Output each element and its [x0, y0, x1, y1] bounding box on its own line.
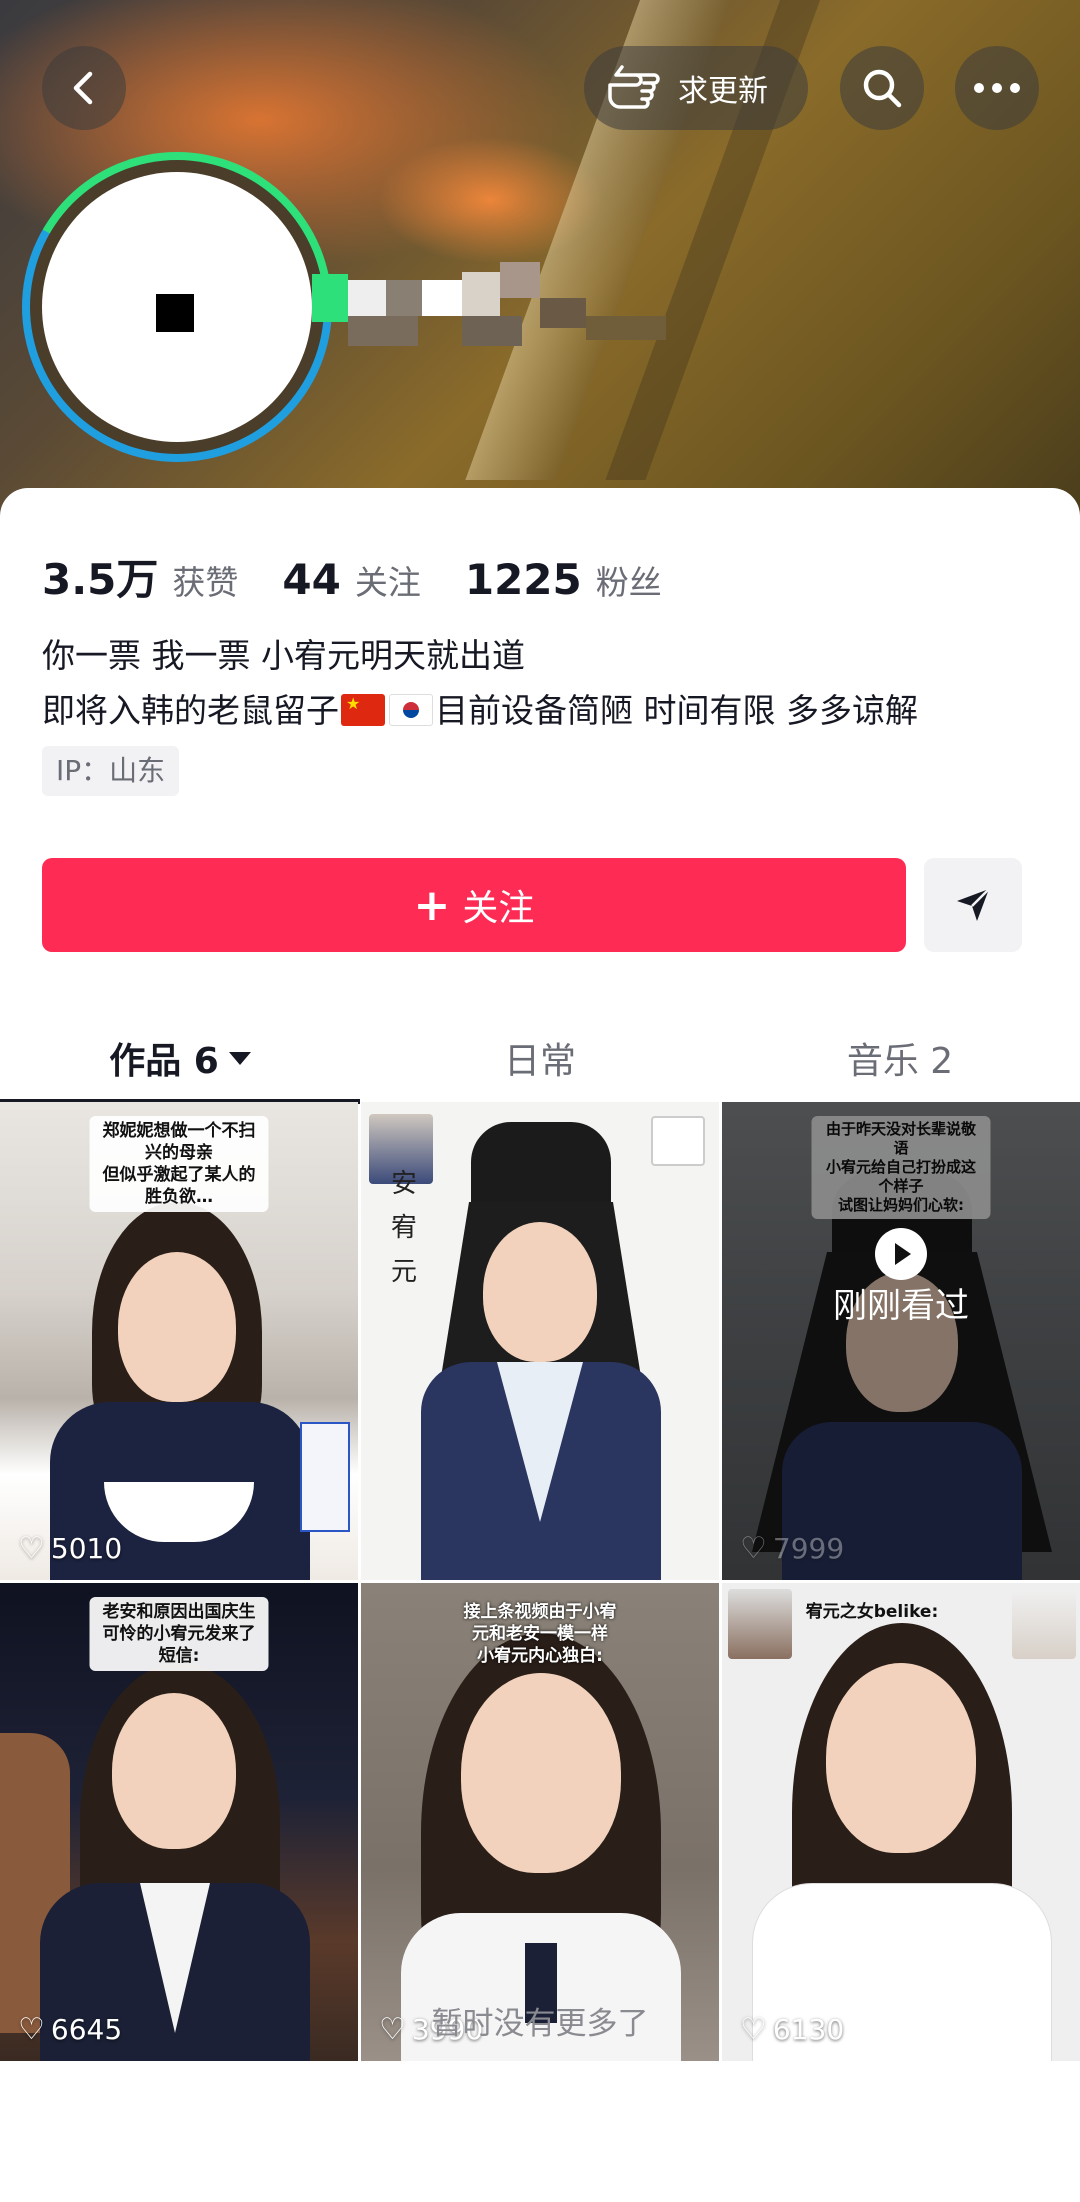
video-thumbnail[interactable]: 老安和原因出国庆生 可怜的小宥元发来了短信: ♡ 6645 [0, 1583, 358, 2061]
following-count[interactable]: 44 [282, 555, 340, 604]
follow-button[interactable]: + 关注 [42, 858, 906, 952]
share-button[interactable] [924, 858, 1022, 952]
tab-music-label: 音乐 2 [846, 1041, 954, 1082]
thumbnail-inset [1012, 1589, 1076, 1659]
plus-icon: + [413, 879, 451, 931]
video-caption: 宥元之女belike: [805, 1602, 939, 1622]
watched-overlay [722, 1102, 1080, 1580]
video-thumbnail[interactable]: 安 宥 元 [361, 1102, 719, 1580]
korea-flag-icon [389, 694, 433, 726]
recently-watched-label: 刚刚看过 [833, 1286, 969, 1326]
more-button[interactable] [955, 46, 1039, 130]
caret-down-icon [228, 1051, 251, 1065]
china-flag-icon: ★ [341, 694, 385, 726]
video-thumbnail[interactable]: 接上条视频由于小宥元和老安一模一样 小宥元内心独白: ♡ 3990 [361, 1583, 719, 2061]
video-caption: 安 宥 元 [391, 1169, 418, 1287]
paper-plane-icon [957, 888, 990, 921]
heart-icon: ♡ [18, 1531, 45, 1566]
video-thumbnail[interactable]: 由于昨天没对长辈说敬语 小宥元给自己打扮成这个样子 试图让妈妈们心软: 刚刚看过… [722, 1102, 1080, 1580]
avatar-mark [156, 294, 194, 332]
search-button[interactable] [840, 46, 924, 130]
more-dots-icon [974, 83, 1020, 93]
username-redacted [312, 262, 792, 382]
like-count: ♡ 7999 [740, 1531, 844, 1566]
profile-stats: 3.5万 获赞 44 关注 1225 粉丝 [42, 546, 706, 607]
like-count: ♡ 5010 [18, 1531, 122, 1566]
bio-line-2-prefix: 即将入韩的老鼠留子 [42, 691, 339, 730]
tab-music[interactable]: 音乐 2 [720, 1008, 1080, 1108]
play-icon [875, 1228, 927, 1280]
bio-line-1: 你一票 我一票 小宥元明天就出道 [42, 636, 525, 675]
profile-bio: 你一票 我一票 小宥元明天就出道 即将入韩的老鼠留子 ★ 目前设备简陋 时间有限 多… [42, 628, 918, 738]
thumbnail-inset [728, 1589, 792, 1659]
pointing-hand-icon [608, 65, 660, 109]
like-count-value: 7999 [772, 1532, 845, 1565]
profile-card: 3.5万 获赞 44 关注 1225 粉丝 你一票 我一票 小宥元明天就出道 即… [0, 488, 1080, 2202]
search-icon [863, 69, 902, 108]
tab-works-label: 作品 6 [109, 1041, 219, 1082]
video-thumbnail[interactable]: 宥元之女belike: ♡ 6130 [722, 1583, 1080, 2061]
followers-label[interactable]: 粉丝 [596, 556, 662, 604]
tab-daily[interactable]: 日常 [360, 1008, 720, 1108]
video-grid: 郑妮妮想做一个不扫兴的母亲 但似乎激起了某人的胜负欲… ♡ 5010 安 宥 元 [0, 1102, 1080, 2061]
request-update-button[interactable]: 求更新 [584, 46, 808, 130]
tab-daily-label: 日常 [503, 1041, 576, 1082]
followers-count[interactable]: 1225 [465, 555, 582, 604]
no-more-content-text: 暂时没有更多了 [431, 2006, 649, 2042]
video-caption: 老安和原因出国庆生 可怜的小宥元发来了短信: [89, 1597, 269, 1671]
content-tabs: 作品 6 日常 音乐 2 [0, 1008, 1080, 1108]
avatar[interactable] [42, 172, 312, 442]
ip-location-tag: IP：山东 [42, 746, 180, 796]
profile-cover: 求更新 [0, 0, 1080, 520]
video-caption: 郑妮妮想做一个不扫兴的母亲 但似乎激起了某人的胜负欲… [89, 1116, 269, 1212]
chevron-left-icon [73, 71, 93, 105]
video-thumbnail[interactable]: 郑妮妮想做一个不扫兴的母亲 但似乎激起了某人的胜负欲… ♡ 5010 [0, 1102, 358, 1580]
tab-works[interactable]: 作品 6 [0, 1008, 360, 1108]
like-count-value: 5010 [50, 1532, 123, 1565]
avatar-story-ring[interactable] [22, 152, 332, 462]
following-label[interactable]: 关注 [355, 556, 421, 604]
back-button[interactable] [42, 46, 126, 130]
request-update-label: 求更新 [678, 74, 768, 109]
video-caption: 接上条视频由于小宥元和老安一模一样 小宥元内心独白: [463, 1602, 617, 1666]
bio-line-2: 即将入韩的老鼠留子 ★ 目前设备简陋 时间有限 多多谅解 [42, 683, 918, 738]
bio-line-2-suffix: 目前设备简陋 时间有限 多多谅解 [435, 691, 918, 730]
heart-icon: ♡ [740, 1531, 767, 1566]
likes-label: 获赞 [172, 563, 239, 602]
follow-label: 关注 [462, 888, 535, 929]
likes-count: 3.5万 [42, 555, 159, 604]
